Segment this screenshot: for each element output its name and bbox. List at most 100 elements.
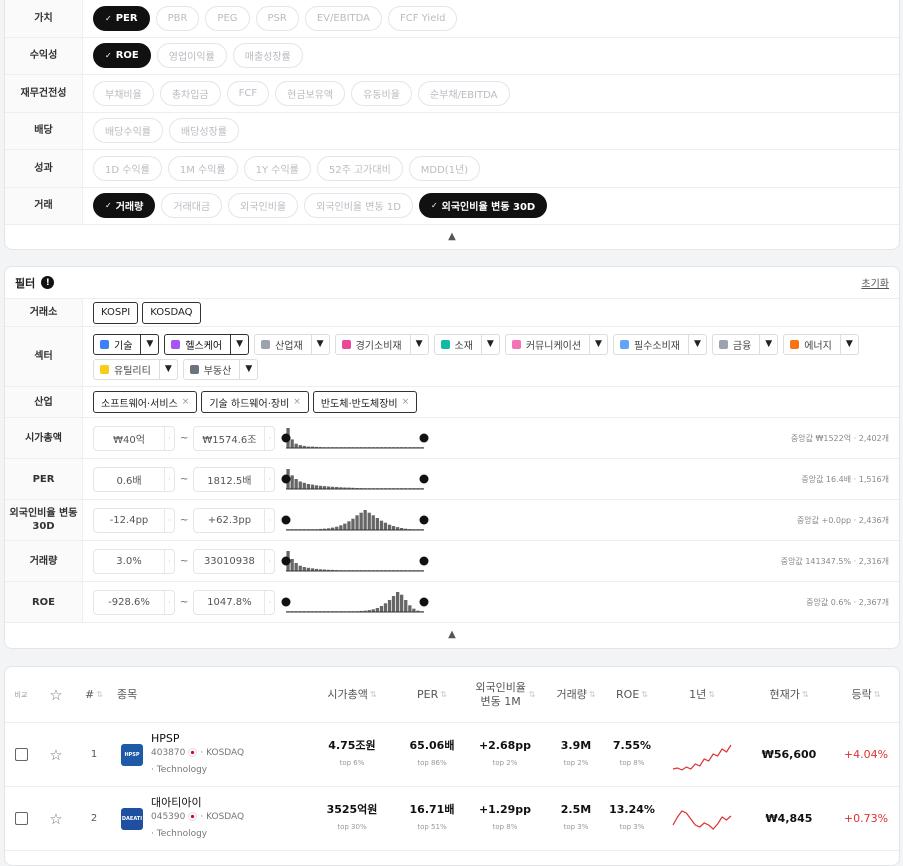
metric-chip[interactable]: EV/EBITDA (304, 5, 382, 31)
range-min-input[interactable]: -12.4pp · (93, 507, 175, 533)
sort-icon[interactable]: ⇅ (370, 688, 377, 702)
metric-chip[interactable]: 거래대금 (161, 193, 223, 219)
per-header[interactable]: PER ⇅ (401, 688, 463, 702)
metric-chip[interactable]: ROE (93, 43, 151, 69)
stock-name[interactable]: 대아티아이 (151, 796, 244, 810)
slider-min-handle[interactable] (281, 433, 291, 443)
collapse-filter-button[interactable]: ▲ (5, 623, 899, 645)
star-icon[interactable]: ☆ (49, 747, 62, 762)
metric-chip[interactable]: 거래량 (93, 193, 156, 219)
range-histogram[interactable] (281, 506, 429, 534)
metric-chip[interactable]: FCF (226, 80, 270, 106)
stepper-icon[interactable]: · (264, 590, 274, 614)
sector-chip[interactable]: 금융 ▼ (711, 333, 779, 355)
price-header[interactable]: 현재가 ⇅ (745, 688, 833, 702)
close-icon[interactable]: × (293, 397, 301, 407)
slider-max-handle[interactable] (419, 433, 429, 443)
industry-chip[interactable]: 기술 하드웨어·장비 × (201, 391, 309, 413)
sort-icon[interactable]: ⇅ (440, 688, 447, 702)
stock-name[interactable]: HPSP (151, 732, 244, 746)
sector-name[interactable]: 에너지 (784, 335, 840, 354)
metric-chip[interactable]: 1Y 수익률 (243, 155, 311, 181)
metric-chip[interactable]: 배당수익률 (93, 118, 163, 144)
slider-min-handle[interactable] (281, 597, 291, 607)
metric-chip[interactable]: 순부채/EBITDA (417, 80, 510, 106)
metric-chip[interactable]: PSR (255, 5, 299, 31)
sort-icon[interactable]: ⇅ (874, 688, 881, 702)
metric-chip[interactable]: PER (93, 5, 150, 31)
stepper-icon[interactable]: · (164, 549, 174, 573)
industry-chip[interactable]: 반도체·반도체장비 × (312, 391, 418, 413)
slider-max-handle[interactable] (419, 515, 429, 525)
chevron-down-icon[interactable]: ▼ (589, 334, 607, 354)
industry-chip[interactable]: 소프트웨어·서비스 × (93, 391, 198, 413)
rank-header[interactable]: # ⇅ (75, 688, 113, 702)
range-histogram[interactable] (281, 424, 429, 452)
range-max-input[interactable]: 1812.5배 · (193, 466, 276, 492)
market-cap-header[interactable]: 시가총액 ⇅ (303, 688, 401, 702)
stepper-icon[interactable]: · (264, 508, 274, 532)
range-max-input[interactable]: 33010938 · (193, 548, 276, 574)
chevron-down-icon[interactable]: ▼ (839, 334, 858, 354)
sector-name[interactable]: 부동산 (184, 360, 240, 379)
range-histogram[interactable] (281, 465, 429, 493)
metric-chip[interactable]: 현금보유액 (275, 80, 346, 106)
range-min-input[interactable]: ₩40억 · (93, 425, 175, 451)
sector-name[interactable]: 헬스케어 (165, 335, 230, 354)
range-min-input[interactable]: -928.6% · (93, 589, 175, 615)
compare-checkbox[interactable] (14, 748, 28, 761)
sector-chip[interactable]: 필수소비재 ▼ (612, 333, 707, 355)
roe-header[interactable]: ROE ⇅ (605, 688, 659, 702)
sector-name[interactable]: 소재 (435, 335, 481, 354)
sector-chip[interactable]: 에너지 ▼ (783, 333, 859, 355)
sort-icon[interactable]: ⇅ (802, 688, 809, 702)
metric-chip[interactable]: 유동비율 (351, 80, 412, 106)
reset-button[interactable]: 초기화 (861, 275, 889, 290)
exchange-chip[interactable]: KOSPI (93, 301, 139, 324)
range-histogram[interactable] (281, 588, 429, 616)
sector-name[interactable]: 기술 (94, 335, 140, 354)
sector-chip[interactable]: 산업재 ▼ (254, 333, 330, 355)
slider-min-handle[interactable] (281, 556, 291, 566)
star-icon[interactable]: ☆ (49, 811, 62, 826)
sector-name[interactable]: 금융 (713, 335, 759, 354)
sort-icon[interactable]: ⇅ (589, 688, 596, 702)
info-icon[interactable]: ! (41, 276, 55, 289)
sort-icon[interactable]: ⇅ (641, 688, 648, 702)
sort-icon[interactable]: ⇅ (529, 688, 536, 702)
one-year-header[interactable]: 1년 ⇅ (659, 688, 745, 702)
sector-name[interactable]: 필수소비재 (614, 335, 688, 354)
chevron-down-icon[interactable]: ▼ (759, 334, 777, 354)
sector-name[interactable]: 유틸리티 (94, 360, 159, 379)
range-min-input[interactable]: 3.0% · (93, 548, 175, 574)
sector-chip[interactable]: 유틸리티 ▼ (93, 358, 178, 380)
change-header[interactable]: 등락 ⇅ (833, 688, 899, 702)
range-max-input[interactable]: ₩1574.6조 · (193, 425, 276, 451)
chevron-down-icon[interactable]: ▼ (310, 334, 329, 354)
stepper-icon[interactable]: · (164, 426, 174, 450)
chevron-down-icon[interactable]: ▼ (409, 334, 428, 354)
close-icon[interactable]: × (182, 397, 190, 407)
metric-chip[interactable]: 배당성장률 (169, 118, 239, 144)
sort-icon[interactable]: ⇅ (96, 688, 103, 702)
sector-chip[interactable]: 부동산 ▼ (182, 358, 259, 380)
volume-header[interactable]: 거래량 ⇅ (547, 688, 605, 702)
stepper-icon[interactable]: · (164, 467, 174, 491)
exchange-chip[interactable]: KOSDAQ (142, 301, 201, 324)
range-min-input[interactable]: 0.6배 · (93, 466, 175, 492)
stepper-icon[interactable]: · (264, 467, 274, 491)
sector-name[interactable]: 커뮤니케이션 (506, 335, 589, 354)
range-histogram[interactable] (281, 547, 429, 575)
sector-name[interactable]: 산업재 (255, 335, 311, 354)
stepper-icon[interactable]: · (264, 426, 274, 450)
metric-chip[interactable]: 외국인비율 (228, 193, 299, 219)
sort-icon[interactable]: ⇅ (708, 688, 715, 702)
stock-cell[interactable]: DAEATI 대아티아이 045390 · KOSDAQ · Technology (113, 796, 303, 841)
sector-name[interactable]: 경기소비재 (336, 335, 410, 354)
metric-chip[interactable]: 영업이익률 (156, 43, 227, 69)
sector-chip[interactable]: 커뮤니케이션 ▼ (504, 333, 608, 355)
slider-min-handle[interactable] (281, 515, 291, 525)
chevron-down-icon[interactable]: ▼ (687, 334, 706, 354)
metric-chip[interactable]: MDD(1년) (408, 155, 481, 181)
stepper-icon[interactable]: · (264, 549, 274, 573)
